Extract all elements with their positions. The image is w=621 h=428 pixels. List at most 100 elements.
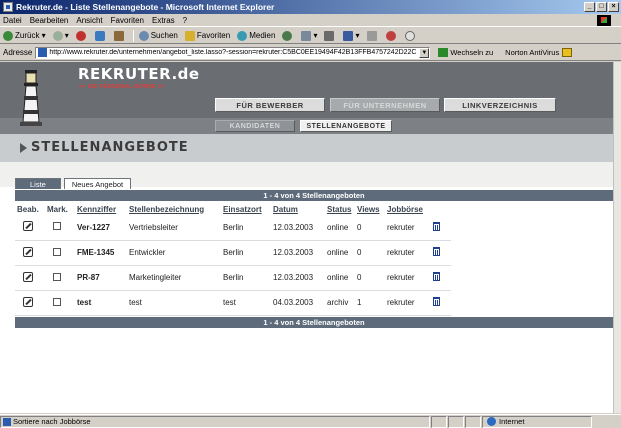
- cell-status: online: [325, 215, 355, 241]
- norton-antivirus-button[interactable]: Norton AntiVirus: [505, 48, 573, 57]
- col-beab: Beab.: [17, 204, 39, 214]
- print-icon: [324, 30, 335, 41]
- page-status-icon: [3, 417, 11, 426]
- kennziffer-link[interactable]: test: [75, 290, 127, 316]
- cell-ort: Berlin: [221, 265, 271, 291]
- menu-ansicht[interactable]: Ansicht: [76, 16, 102, 25]
- kennziffer-link[interactable]: Ver-1227: [75, 215, 127, 241]
- col-datum[interactable]: Datum: [271, 203, 325, 215]
- mark-checkbox[interactable]: [53, 272, 61, 281]
- tab-liste[interactable]: Liste: [15, 178, 61, 189]
- stop-icon: [75, 30, 86, 41]
- history-button[interactable]: [282, 30, 294, 41]
- site-logo[interactable]: REKRUTER.de: [78, 65, 200, 83]
- forward-arrow-icon: [52, 30, 63, 41]
- kennziffer-link[interactable]: FME-1345: [75, 240, 127, 266]
- search-button[interactable]: Suchen: [138, 30, 178, 41]
- mark-checkbox[interactable]: [53, 222, 61, 231]
- vertical-scrollbar[interactable]: [613, 62, 621, 413]
- toolbar-separator: [132, 29, 134, 42]
- table-row: Ver-1227 Vertriebsleiter Berlin 12.03.20…: [15, 215, 451, 241]
- cell-status: online: [325, 240, 355, 266]
- stop-button[interactable]: [75, 30, 88, 41]
- address-input[interactable]: http://www.rekruter.de/unternehmen/angeb…: [35, 46, 431, 59]
- cell-ort: Berlin: [221, 240, 271, 266]
- results-count-header: 1 - 4 von 4 Stellenangeboten: [15, 190, 613, 201]
- page-viewport: REKRUTER.de << DIE PERSONAL-BÖRSE >> FÜR…: [0, 62, 613, 413]
- col-status[interactable]: Status: [325, 203, 355, 215]
- cell-boerse: rekruter: [385, 265, 431, 291]
- forward-button[interactable]: ▾: [52, 30, 69, 41]
- address-bar: Adresse http://www.rekruter.de/unternehm…: [0, 45, 621, 61]
- mail-icon: [301, 30, 312, 41]
- kennziffer-link[interactable]: PR-87: [75, 265, 127, 291]
- media-button[interactable]: Medien: [237, 30, 275, 41]
- col-kennziffer[interactable]: Kennziffer: [75, 203, 127, 215]
- menu-help[interactable]: ?: [183, 16, 187, 25]
- cell-ort: Berlin: [221, 215, 271, 241]
- address-label: Adresse: [3, 48, 33, 57]
- cell-views: 1: [355, 290, 385, 316]
- maximize-button[interactable]: □: [596, 2, 607, 12]
- tab-neues-angebot[interactable]: Neues Angebot: [63, 178, 132, 189]
- delete-trash-icon[interactable]: [433, 297, 440, 306]
- col-jobboerse[interactable]: Jobbörse: [385, 203, 431, 215]
- menu-bearbeiten[interactable]: Bearbeiten: [30, 16, 69, 25]
- col-stellenbezeichnung[interactable]: Stellenbezeichnung: [127, 203, 221, 215]
- subnav-kandidaten[interactable]: KANDIDATEN: [215, 120, 295, 132]
- mark-checkbox[interactable]: [53, 247, 61, 256]
- list-tabs: Liste Neues Angebot: [15, 178, 132, 189]
- home-button[interactable]: [113, 30, 126, 41]
- edit-button[interactable]: ▾: [343, 30, 360, 41]
- mail-button[interactable]: ▾: [301, 30, 317, 41]
- results-count-footer: 1 - 4 von 4 Stellenangeboten: [15, 317, 613, 328]
- close-button[interactable]: ×: [608, 2, 619, 12]
- status-cell: [431, 415, 447, 428]
- site-header: REKRUTER.de << DIE PERSONAL-BÖRSE >> FÜR…: [0, 62, 613, 187]
- minimize-button[interactable]: _: [584, 2, 595, 12]
- col-einsatzort[interactable]: Einsatzort: [221, 203, 271, 215]
- menu-favoriten[interactable]: Favoriten: [111, 16, 144, 25]
- back-button[interactable]: Zurück ▾: [3, 30, 46, 41]
- delete-trash-icon[interactable]: [433, 247, 440, 256]
- norton-icon: [562, 48, 573, 57]
- nav-fuer-bewerber[interactable]: FÜR BEWERBER: [215, 98, 325, 112]
- favorites-icon: [184, 30, 195, 41]
- cell-status: archiv: [325, 290, 355, 316]
- edit-icon[interactable]: [23, 271, 33, 282]
- print-button[interactable]: [324, 30, 336, 41]
- chat-button[interactable]: [404, 30, 417, 41]
- delete-trash-icon[interactable]: [433, 272, 440, 281]
- status-bar: Sortiere nach Jobbörse Internet: [0, 414, 621, 428]
- status-cell: [448, 415, 464, 428]
- chat-icon: [404, 30, 415, 41]
- internet-globe-icon: [487, 417, 496, 426]
- table-row: test test test 04.03.2003 archiv 1 rekru…: [15, 290, 451, 316]
- nav-linkverzeichnis[interactable]: LINKVERZEICHNIS: [444, 98, 556, 112]
- cell-views: 0: [355, 215, 385, 241]
- cell-boerse: rekruter: [385, 215, 431, 241]
- col-mark: Mark.: [47, 204, 68, 214]
- go-button[interactable]: Wechseln zu: [438, 48, 493, 57]
- menu-extras[interactable]: Extras: [152, 16, 175, 25]
- edit-icon[interactable]: [23, 221, 33, 232]
- discuss-button[interactable]: [366, 30, 379, 41]
- ie-app-icon: [3, 2, 13, 12]
- messenger-button[interactable]: [385, 30, 398, 41]
- subnav-stellenangebote[interactable]: STELLENANGEBOTE: [300, 120, 392, 132]
- delete-trash-icon[interactable]: [433, 221, 440, 231]
- nav-fuer-unternehmen[interactable]: FÜR UNTERNEHMEN: [330, 98, 440, 112]
- job-offers-table: Beab. Mark. Kennziffer Stellenbezeichnun…: [15, 203, 451, 316]
- favorites-button[interactable]: Favoriten: [184, 30, 230, 41]
- discuss-icon: [366, 30, 377, 41]
- menu-datei[interactable]: Datei: [3, 16, 22, 25]
- edit-icon[interactable]: [23, 246, 33, 257]
- col-views[interactable]: Views: [355, 203, 385, 215]
- cell-views: 0: [355, 265, 385, 291]
- edit-icon[interactable]: [23, 296, 33, 307]
- table-row: FME-1345 Entwickler Berlin 12.03.2003 on…: [15, 240, 451, 266]
- mark-checkbox[interactable]: [53, 297, 61, 306]
- address-dropdown-button[interactable]: ▼: [419, 47, 430, 58]
- edit-icon: [343, 30, 354, 41]
- refresh-button[interactable]: [94, 30, 107, 41]
